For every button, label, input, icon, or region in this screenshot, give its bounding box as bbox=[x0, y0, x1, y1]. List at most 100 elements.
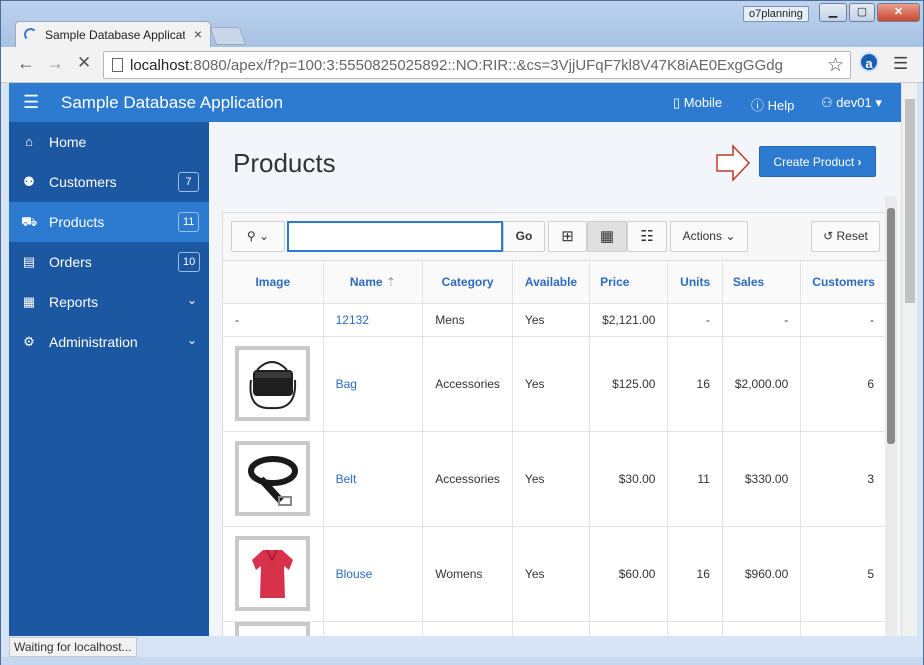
table-row: Blouse Womens Yes $60.00 16 $960.00 5 bbox=[223, 526, 886, 622]
table-row: Belt Accessories Yes $30.00 11 $330.00 3 bbox=[223, 431, 886, 527]
product-name-link[interactable]: 12132 bbox=[323, 303, 424, 337]
category-cell: Womens bbox=[422, 526, 513, 622]
bag-image[interactable] bbox=[235, 346, 311, 421]
sidebar-item-label: Orders bbox=[49, 254, 92, 270]
table-row: - 12132 Mens Yes $2,121.00 - - - bbox=[223, 303, 886, 337]
address-bar[interactable]: localhost:8080/apex/f?p=100:3:5550825025… bbox=[103, 51, 851, 79]
browser-menu-icon[interactable]: ☰ bbox=[893, 54, 908, 74]
browser-tab[interactable]: Sample Database Applicat × bbox=[15, 21, 211, 47]
detail-view-button[interactable]: ☷ bbox=[627, 221, 667, 252]
table-row bbox=[223, 621, 886, 636]
sidebar-item-orders[interactable]: ▤ Orders 10 bbox=[9, 242, 209, 282]
profile-badge[interactable]: o7planning bbox=[743, 6, 809, 22]
table-header-row: Image Name ⇡ Category Available Price Un… bbox=[223, 261, 886, 304]
bookmark-star-icon[interactable]: ☆ bbox=[827, 54, 844, 77]
sidebar-item-administration[interactable]: ⚙ Administration ⌄ bbox=[9, 322, 209, 362]
actions-menu-button[interactable]: Actions ⌄ bbox=[670, 221, 748, 252]
products-table: Image Name ⇡ Category Available Price Un… bbox=[223, 261, 886, 636]
product-name-link[interactable]: Blouse bbox=[323, 526, 424, 622]
page-scrollbar[interactable] bbox=[901, 83, 917, 636]
column-header-category[interactable]: Category bbox=[422, 261, 513, 304]
count-badge: 10 bbox=[178, 252, 201, 272]
browser-toolbar: ← → ✕ localhost:8080/apex/f?p=100:3:5550… bbox=[1, 47, 923, 83]
tab-close-icon[interactable]: × bbox=[194, 26, 202, 42]
category-cell: Accessories bbox=[422, 336, 513, 432]
belt-image[interactable] bbox=[235, 441, 311, 516]
sidebar-item-customers[interactable]: ⚉ Customers 7 bbox=[9, 162, 209, 202]
new-tab-button[interactable] bbox=[209, 27, 247, 45]
product-name-link[interactable]: Belt bbox=[323, 431, 424, 527]
column-header-price[interactable]: Price bbox=[589, 261, 669, 304]
undo-icon: ↺ bbox=[823, 229, 834, 243]
units-cell: - bbox=[667, 303, 723, 337]
sidebar-item-label: Products bbox=[49, 214, 105, 230]
sort-ascending-icon: ⇡ bbox=[385, 274, 396, 289]
chevron-right-icon: › bbox=[857, 155, 862, 169]
arrow-right-icon bbox=[716, 144, 751, 182]
orders-icon: ▤ bbox=[22, 254, 36, 269]
back-arrow-icon[interactable]: ← bbox=[17, 53, 35, 74]
price-cell: $2,121.00 bbox=[589, 303, 669, 337]
window-frame-bottom bbox=[1, 657, 923, 665]
scrollbar-thumb[interactable] bbox=[905, 99, 915, 303]
report-scrollbar[interactable] bbox=[885, 196, 897, 636]
price-cell: $60.00 bbox=[589, 526, 669, 622]
main-content: Products Create Product › ⚲ ⌄ Go ⊞ ▦ ☷ A… bbox=[209, 122, 909, 636]
help-link[interactable]: ⓘ Help bbox=[751, 95, 794, 114]
gear-icon: ⚙ bbox=[23, 334, 35, 349]
product-name-link[interactable]: Bag bbox=[323, 336, 424, 432]
customers-cell: 5 bbox=[800, 526, 886, 622]
count-badge: 7 bbox=[178, 172, 199, 192]
sidebar-item-products[interactable]: ⛟ Products 11 bbox=[9, 202, 209, 242]
maximize-button[interactable]: ▢ bbox=[849, 3, 875, 22]
units-cell: 16 bbox=[667, 336, 723, 432]
chevron-down-icon[interactable]: ⌄ bbox=[187, 333, 197, 347]
nav-toggle-icon[interactable]: ☰ bbox=[23, 92, 39, 113]
report-view-button[interactable]: ▦ bbox=[587, 221, 627, 252]
user-menu[interactable]: ⚇ dev01 ▾ bbox=[821, 95, 882, 111]
chevron-down-icon[interactable]: ⌄ bbox=[187, 293, 197, 307]
reset-button[interactable]: ↺ Reset bbox=[811, 221, 880, 252]
sales-cell: $960.00 bbox=[722, 526, 802, 622]
customers-cell: 6 bbox=[800, 336, 886, 432]
blouse-image[interactable] bbox=[235, 536, 311, 611]
icon-view-button[interactable]: ⊞ bbox=[548, 221, 587, 252]
app-title[interactable]: Sample Database Application bbox=[61, 93, 283, 113]
column-header-sales[interactable]: Sales bbox=[722, 261, 802, 304]
column-header-customers[interactable]: Customers bbox=[800, 261, 886, 304]
minimize-button[interactable]: ▁ bbox=[819, 3, 847, 22]
search-input[interactable] bbox=[287, 221, 503, 252]
scrollbar-thumb[interactable] bbox=[887, 208, 895, 444]
column-header-image[interactable]: Image bbox=[223, 261, 324, 304]
sales-cell: $2,000.00 bbox=[722, 336, 802, 432]
interactive-report: ⚲ ⌄ Go ⊞ ▦ ☷ Actions ⌄ ↺ Reset Image Nam… bbox=[222, 212, 888, 636]
sales-cell: - bbox=[722, 303, 802, 337]
available-cell: Yes bbox=[512, 336, 591, 432]
image-cell: - bbox=[223, 303, 324, 337]
page-icon bbox=[112, 58, 123, 72]
browser-window: Sample Database Applicat × o7planning ▁ … bbox=[0, 0, 924, 665]
close-window-button[interactable]: ✕ bbox=[877, 3, 920, 22]
column-header-units[interactable]: Units bbox=[667, 261, 723, 304]
column-header-name[interactable]: Name ⇡ bbox=[323, 261, 424, 304]
sidebar-item-reports[interactable]: ▦ Reports ⌄ bbox=[9, 282, 209, 322]
forward-arrow-icon[interactable]: → bbox=[46, 53, 64, 74]
search-column-button[interactable]: ⚲ ⌄ bbox=[231, 221, 285, 252]
sidebar-item-label: Reports bbox=[49, 294, 99, 310]
count-badge: 11 bbox=[178, 212, 200, 232]
column-header-available[interactable]: Available bbox=[512, 261, 591, 304]
sidebar: ⌂ Home ⚉ Customers 7 ⛟ Products 11 ▤ Ord… bbox=[9, 122, 209, 636]
available-cell: Yes bbox=[512, 431, 591, 527]
home-icon: ⌂ bbox=[25, 134, 33, 149]
stop-loading-icon[interactable]: ✕ bbox=[77, 53, 91, 73]
extension-icon[interactable]: a bbox=[859, 52, 879, 72]
url-text[interactable]: localhost:8080/apex/f?p=100:3:5550825025… bbox=[130, 57, 783, 74]
image-cell bbox=[223, 621, 324, 636]
sidebar-item-home[interactable]: ⌂ Home bbox=[9, 122, 209, 162]
cart-icon: ⛟ bbox=[21, 214, 38, 229]
product-image[interactable] bbox=[235, 621, 311, 636]
go-button[interactable]: Go bbox=[503, 221, 545, 252]
mobile-link[interactable]: ▯ Mobile bbox=[673, 95, 722, 111]
create-product-button[interactable]: Create Product › bbox=[759, 146, 876, 177]
available-cell: Yes bbox=[512, 526, 591, 622]
